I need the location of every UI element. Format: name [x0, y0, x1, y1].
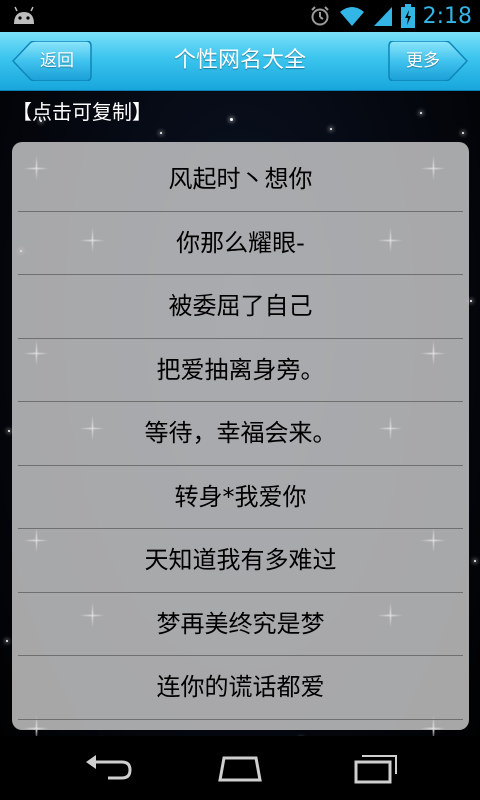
- app-screen: 2:18 返回 个性网名大全 更多 【点击可复制】 风起时丶想你 你那么耀眼- …: [0, 0, 480, 800]
- more-button[interactable]: 更多: [388, 41, 468, 81]
- battery-charging-icon: [400, 4, 415, 28]
- copy-hint: 【点击可复制】: [12, 100, 152, 124]
- wifi-icon: [339, 7, 364, 26]
- list-item-label: 梦再美终究是梦: [156, 609, 325, 638]
- android-icon: [14, 6, 34, 24]
- home-nav-icon[interactable]: [210, 750, 270, 786]
- nickname-list-panel: 风起时丶想你 你那么耀眼- 被委屈了自己 把爱抽离身旁。 等待，幸福会来。 转身…: [12, 142, 469, 730]
- more-button-label: 更多: [406, 51, 440, 71]
- alarm-icon: [310, 6, 329, 26]
- list-item[interactable]: 把爱抽离身旁。: [18, 339, 463, 402]
- list-item[interactable]: 风起时丶想你: [18, 148, 463, 212]
- list-item[interactable]: 被委屈了自己: [18, 275, 463, 339]
- list-item-label: 连你的谎话都爱: [156, 673, 325, 701]
- back-nav-icon[interactable]: [78, 750, 138, 786]
- title-bar: 返回 个性网名大全 更多: [0, 32, 480, 91]
- list-item-label: 被委屈了自己: [168, 292, 313, 320]
- list-item-label: 你那么耀眼-: [176, 228, 305, 257]
- list-item[interactable]: 梦再美终究是梦: [18, 593, 463, 656]
- recent-apps-icon[interactable]: [344, 750, 404, 786]
- status-icons: 2:18: [309, 0, 472, 32]
- nickname-list: 风起时丶想你 你那么耀眼- 被委屈了自己 把爱抽离身旁。 等待，幸福会来。 转身…: [12, 148, 469, 720]
- list-item[interactable]: 你那么耀眼-: [18, 212, 463, 275]
- list-item[interactable]: 天知道我有多难过: [18, 529, 463, 593]
- list-item[interactable]: 等待，幸福会来。: [18, 402, 463, 466]
- list-item[interactable]: 连你的谎话都爱: [18, 656, 463, 720]
- signal-icon: [373, 7, 392, 26]
- status-bar: 2:18: [0, 0, 480, 32]
- list-item[interactable]: 转身*我爱你: [18, 466, 463, 529]
- list-item-label: 转身*我爱你: [174, 482, 307, 511]
- list-item-label: 天知道我有多难过: [144, 546, 337, 574]
- status-time: 2:18: [422, 3, 472, 29]
- system-nav-bar: [0, 736, 480, 800]
- list-item-label: 把爱抽离身旁。: [156, 355, 325, 384]
- list-item-label: 风起时丶想你: [168, 165, 313, 193]
- list-item-label: 等待，幸福会来。: [144, 419, 337, 447]
